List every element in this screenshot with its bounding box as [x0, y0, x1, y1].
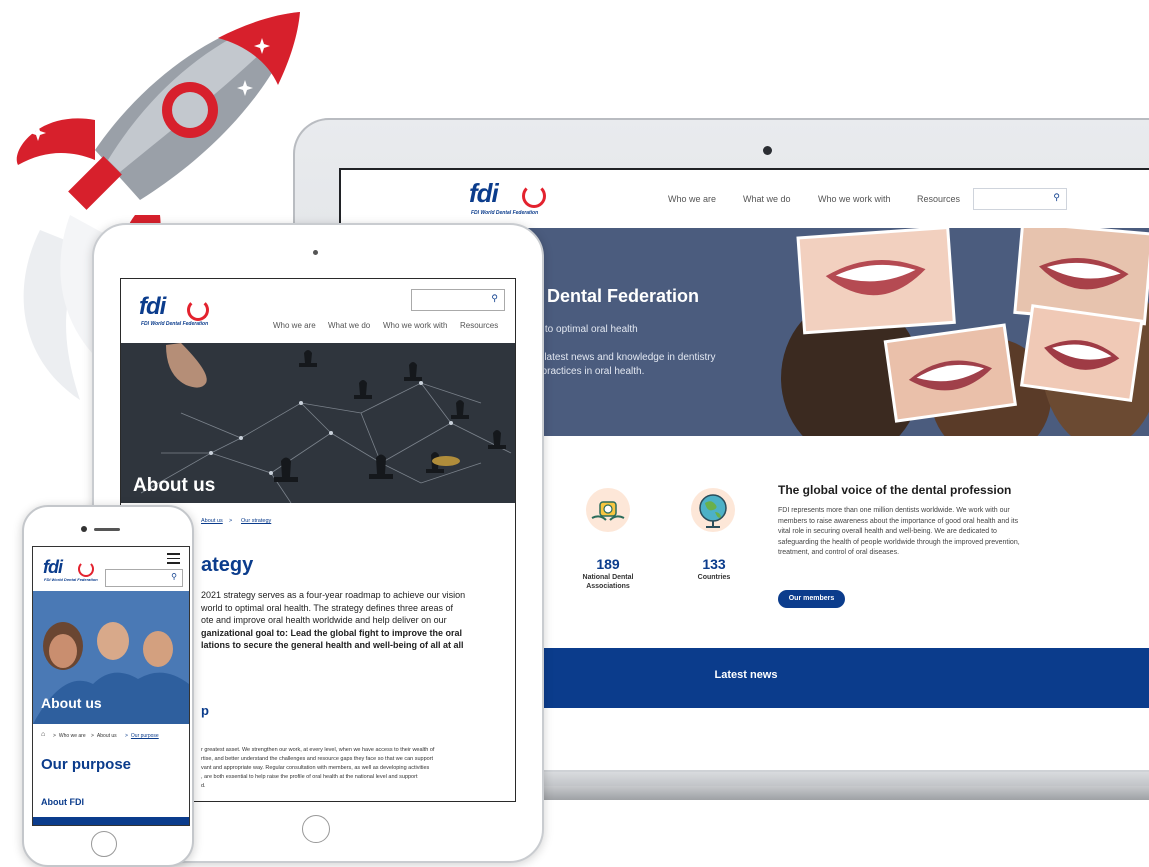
nav-who-we-work-with[interactable]: Who we work with: [383, 321, 447, 330]
tablet-hero: About us: [121, 343, 515, 503]
page-title: Our purpose: [41, 756, 132, 773]
fdi-logo[interactable]: fdi: [469, 178, 499, 209]
hero-description-line1: e latest news and knowledge in dentistry: [536, 352, 716, 363]
search-input[interactable]: ⚲: [105, 569, 183, 587]
stat-associations-label: National Dental Associations: [582, 574, 634, 590]
nav-who-we-are[interactable]: Who we are: [273, 321, 316, 330]
hero-description-line2: t practices in oral health.: [536, 366, 645, 377]
about-fdi-heading: About FDI: [41, 797, 84, 807]
search-icon[interactable]: ⚲: [171, 572, 177, 581]
hero-smiles-photo: [781, 228, 1149, 436]
search-input[interactable]: ⚲: [973, 188, 1067, 210]
section-heading: p: [201, 703, 209, 718]
members-paragraph: r greatest asset. We strengthen our work…: [201, 747, 435, 789]
search-icon[interactable]: ⚲: [1053, 192, 1060, 203]
nav-who-we-work-with[interactable]: Who we work with: [818, 194, 891, 204]
fdi-tagline: FDI World Dental Federation: [471, 210, 539, 216]
breadcrumb-who-we-are[interactable]: > Who we are: [53, 733, 86, 739]
globe-icon: [691, 488, 735, 532]
hero-subtitle: rld to optimal oral health: [531, 324, 638, 335]
nav-what-we-do[interactable]: What we do: [743, 194, 791, 204]
fdi-smile-icon: [187, 299, 209, 321]
search-input[interactable]: ⚲: [411, 289, 505, 311]
voice-title: The global voice of the dental professio…: [778, 483, 1012, 497]
stat-associations-value: 189: [596, 556, 620, 572]
strategy-paragraph: 2021 strategy serves as a four-year road…: [201, 590, 466, 650]
breadcrumb-our-strategy[interactable]: Our strategy: [241, 518, 271, 524]
phone-camera: [81, 526, 87, 532]
fdi-logo[interactable]: fdi: [43, 557, 63, 578]
hero-title: About us: [133, 475, 216, 496]
breadcrumb-our-purpose[interactable]: > Our purpose: [125, 733, 159, 739]
tablet-camera: [313, 250, 318, 255]
laptop-base-edge: [520, 786, 1149, 800]
phone-site: fdi FDI World Dental Federation ⚲ About …: [32, 546, 190, 826]
fdi-smile-icon: [78, 561, 94, 577]
our-members-button[interactable]: Our members: [778, 590, 845, 608]
footer-bar: [33, 817, 189, 825]
search-icon[interactable]: ⚲: [491, 293, 498, 304]
voice-description: FDI represents more than one million den…: [778, 507, 1020, 556]
stat-countries-label: Countries: [697, 574, 731, 581]
stat-countries-value: 133: [702, 556, 726, 572]
nav-resources[interactable]: Resources: [460, 321, 498, 330]
home-icon[interactable]: ⌂: [41, 731, 45, 738]
breadcrumb-about-us[interactable]: > About us: [91, 733, 117, 739]
phone-speaker: [94, 528, 120, 531]
fdi-logo[interactable]: fdi: [139, 293, 166, 321]
nav-resources[interactable]: Resources: [917, 194, 960, 204]
fdi-tagline: FDI World Dental Federation: [44, 577, 98, 582]
desktop-header: fdi FDI World Dental Federation Who we a…: [341, 170, 1149, 228]
phone-home-button: [91, 831, 117, 857]
phone-hero: About us: [33, 591, 189, 724]
breadcrumb-separator: >: [229, 518, 233, 524]
laptop-camera: [763, 146, 772, 155]
page-title: ategy: [201, 554, 254, 576]
fdi-smile-icon: [522, 184, 546, 208]
fdi-tagline: FDI World Dental Federation: [141, 321, 209, 327]
hero-title: d Dental Federation: [531, 286, 700, 306]
tablet-home-button: [302, 815, 330, 843]
nav-who-we-are[interactable]: Who we are: [668, 194, 716, 204]
breadcrumb-about-us[interactable]: About us: [201, 518, 223, 524]
handshake-icon: [586, 488, 630, 532]
nav-what-we-do[interactable]: What we do: [328, 321, 370, 330]
hero-title: About us: [41, 695, 102, 711]
hamburger-menu-icon[interactable]: [167, 553, 180, 564]
